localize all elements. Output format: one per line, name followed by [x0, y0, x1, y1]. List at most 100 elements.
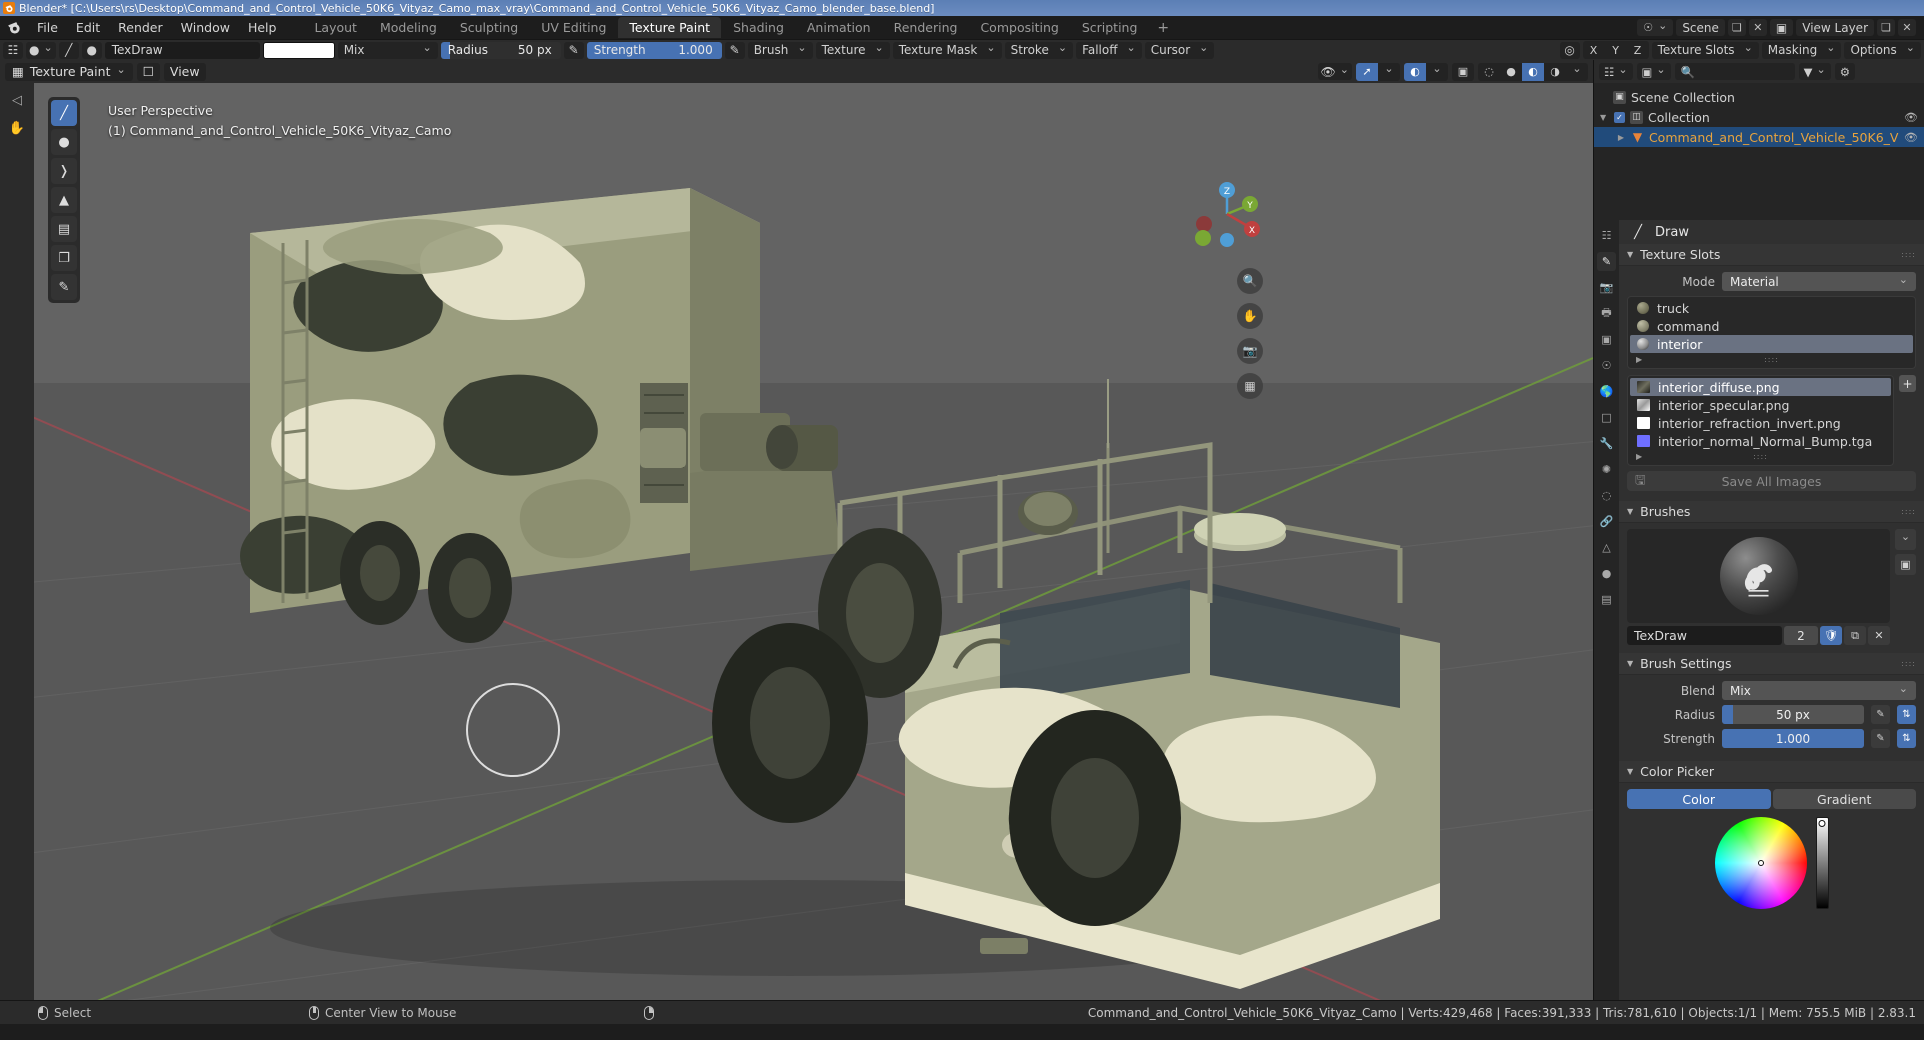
strength-pressure-icon[interactable]: ✎: [1871, 729, 1890, 748]
menu-help[interactable]: Help: [239, 18, 286, 37]
menu-file[interactable]: File: [28, 18, 67, 37]
outliner-row-scene-collection[interactable]: ▣ Scene Collection: [1594, 87, 1924, 107]
tab-gradient[interactable]: Gradient: [1772, 789, 1916, 809]
interaction-mode-dropdown[interactable]: ▦ Texture Paint: [5, 62, 133, 81]
outliner-display-mode[interactable]: ▣: [1636, 63, 1671, 80]
viewlayer-selector[interactable]: ▣: [1769, 19, 1794, 36]
color-wheel-cursor[interactable]: [1757, 860, 1764, 866]
unlink-scene-button[interactable]: ✕: [1748, 19, 1767, 36]
list-item[interactable]: interior_diffuse.png: [1630, 378, 1891, 396]
symmetry-y-button[interactable]: Y: [1605, 41, 1627, 59]
list-item[interactable]: interior: [1630, 335, 1913, 353]
blend-mode-dropdown[interactable]: Mix: [337, 41, 438, 59]
viewlayer-name-field[interactable]: View Layer: [1796, 19, 1874, 36]
radius-pressure-icon[interactable]: ✎: [563, 41, 584, 59]
blend-dropdown[interactable]: Mix: [1722, 681, 1916, 700]
value-slider[interactable]: [1815, 817, 1829, 909]
browse-brush-button[interactable]: [1895, 529, 1916, 550]
eye-icon[interactable]: 👁: [1904, 111, 1918, 124]
strength-slider[interactable]: 1.000: [1722, 729, 1864, 748]
brush-preview[interactable]: ‗ ▣: [1627, 529, 1916, 623]
strength-slider[interactable]: Strength 1.000: [586, 41, 722, 59]
brush-preset-icon[interactable]: ●: [26, 41, 56, 59]
editor-type-properties-icon[interactable]: ☷: [1597, 226, 1616, 245]
remove-viewlayer-button[interactable]: ✕: [1898, 19, 1916, 36]
shading-options-chevron[interactable]: [1566, 63, 1588, 81]
brush-color-swatch[interactable]: [262, 41, 335, 59]
color-wheel[interactable]: [1714, 817, 1807, 909]
save-all-images-button[interactable]: 🖫 Save All Images: [1627, 471, 1916, 491]
tab-particles-icon[interactable]: ✺: [1597, 460, 1616, 479]
tab-sculpting[interactable]: Sculpting: [449, 17, 529, 38]
expand-triangle-icon[interactable]: ▶: [1636, 452, 1645, 461]
solid-shading-button[interactable]: ●: [1500, 63, 1522, 81]
menu-window[interactable]: Window: [172, 18, 239, 37]
list-item[interactable]: interior_specular.png: [1630, 396, 1891, 414]
show-overlays-button[interactable]: ◐: [1404, 62, 1426, 81]
visibility-selectability-icon[interactable]: 👁: [1317, 63, 1352, 80]
tab-material-icon[interactable]: ●: [1597, 564, 1616, 583]
outliner-filter-icon[interactable]: ▼: [1798, 63, 1831, 80]
soften-icon[interactable]: ●: [51, 129, 77, 155]
hand-move-icon[interactable]: ✋: [1237, 303, 1263, 329]
menu-edit[interactable]: Edit: [67, 18, 109, 37]
tab-modeling[interactable]: Modeling: [369, 17, 448, 38]
radius-pressure-icon[interactable]: ✎: [1871, 705, 1890, 724]
tab-viewlayer-icon[interactable]: ▣: [1597, 330, 1616, 349]
tab-uv-editing[interactable]: UV Editing: [530, 17, 617, 38]
menu-render[interactable]: Render: [109, 18, 172, 37]
falloff-menu[interactable]: Falloff: [1076, 41, 1142, 59]
editor-type-outliner-icon[interactable]: ☷: [1599, 63, 1633, 80]
options-menu[interactable]: Options: [1844, 41, 1921, 59]
expand-triangle-icon[interactable]: ▶: [1618, 133, 1626, 142]
brush-thumbnail-icon[interactable]: ●: [81, 41, 102, 59]
tab-constraint-icon[interactable]: 🔗: [1597, 512, 1616, 531]
scene-selector[interactable]: ☉: [1637, 19, 1674, 36]
outliner-row-object[interactable]: ▶ ▼ Command_and_Control_Vehicle_50K6_Vit…: [1594, 127, 1924, 147]
expand-triangle-icon[interactable]: ▼: [1600, 113, 1609, 122]
scene-name-field[interactable]: Scene: [1676, 19, 1725, 36]
tab-modifier-icon[interactable]: 🔧: [1597, 434, 1616, 453]
tab-physics-icon[interactable]: ◌: [1597, 486, 1616, 505]
rendered-shading-button[interactable]: ◑: [1544, 63, 1566, 81]
texture-slots-menu[interactable]: Texture Slots: [1651, 41, 1759, 59]
tab-scene-icon[interactable]: ☉: [1597, 356, 1616, 375]
panel-texture-slots-header[interactable]: ▼ Texture Slots ::::: [1619, 244, 1924, 266]
brush-name-field[interactable]: TexDraw: [1627, 626, 1782, 645]
texture-mask-menu[interactable]: Texture Mask: [892, 41, 1002, 59]
eye-icon[interactable]: 👁: [1904, 131, 1918, 144]
expand-triangle-icon[interactable]: ▶: [1636, 355, 1645, 364]
move-hand-icon[interactable]: ✋: [6, 117, 28, 139]
masking-menu[interactable]: Masking: [1761, 41, 1842, 59]
x-icon[interactable]: ✕: [1868, 626, 1890, 645]
tab-texture-icon[interactable]: ▤: [1597, 590, 1616, 609]
tab-rendering[interactable]: Rendering: [883, 17, 969, 38]
navigation-gizmo[interactable]: Z Y X: [1191, 178, 1263, 250]
blender-menu-icon[interactable]: [4, 19, 24, 37]
smear-icon[interactable]: ❭: [51, 158, 77, 184]
overlay-options-chevron[interactable]: [1426, 63, 1448, 81]
list-item[interactable]: interior_refraction_invert.png: [1630, 414, 1891, 432]
symmetry-x-button[interactable]: X: [1583, 41, 1605, 59]
collapse-sidebar-icon[interactable]: ◁: [6, 89, 28, 111]
shield-icon[interactable]: 🛡: [1820, 626, 1842, 645]
list-item[interactable]: interior_normal_Normal_Bump.tga: [1630, 432, 1891, 450]
cursor-menu[interactable]: Cursor: [1144, 41, 1215, 59]
copy-icon[interactable]: ⧉: [1844, 626, 1866, 645]
symmetry-z-button[interactable]: Z: [1627, 41, 1649, 59]
material-preview-shading-button[interactable]: ◐: [1522, 62, 1544, 81]
tab-animation[interactable]: Animation: [796, 17, 882, 38]
tab-tool-icon[interactable]: ✎: [1597, 252, 1616, 271]
new-viewlayer-button[interactable]: ❏: [1877, 19, 1895, 36]
list-item[interactable]: command: [1630, 317, 1913, 335]
wireframe-shading-button[interactable]: ◌: [1478, 63, 1500, 81]
new-scene-button[interactable]: ❏: [1727, 19, 1746, 36]
tab-compositing[interactable]: Compositing: [969, 17, 1069, 38]
clone-icon[interactable]: ❐: [51, 245, 77, 271]
tab-render-icon[interactable]: 📷: [1597, 278, 1616, 297]
outliner-search-input[interactable]: 🔍: [1674, 63, 1795, 80]
tab-scripting[interactable]: Scripting: [1071, 17, 1149, 38]
list-item[interactable]: truck: [1630, 299, 1913, 317]
tab-layout[interactable]: Layout: [303, 17, 368, 38]
brush-menu[interactable]: Brush: [747, 41, 813, 59]
